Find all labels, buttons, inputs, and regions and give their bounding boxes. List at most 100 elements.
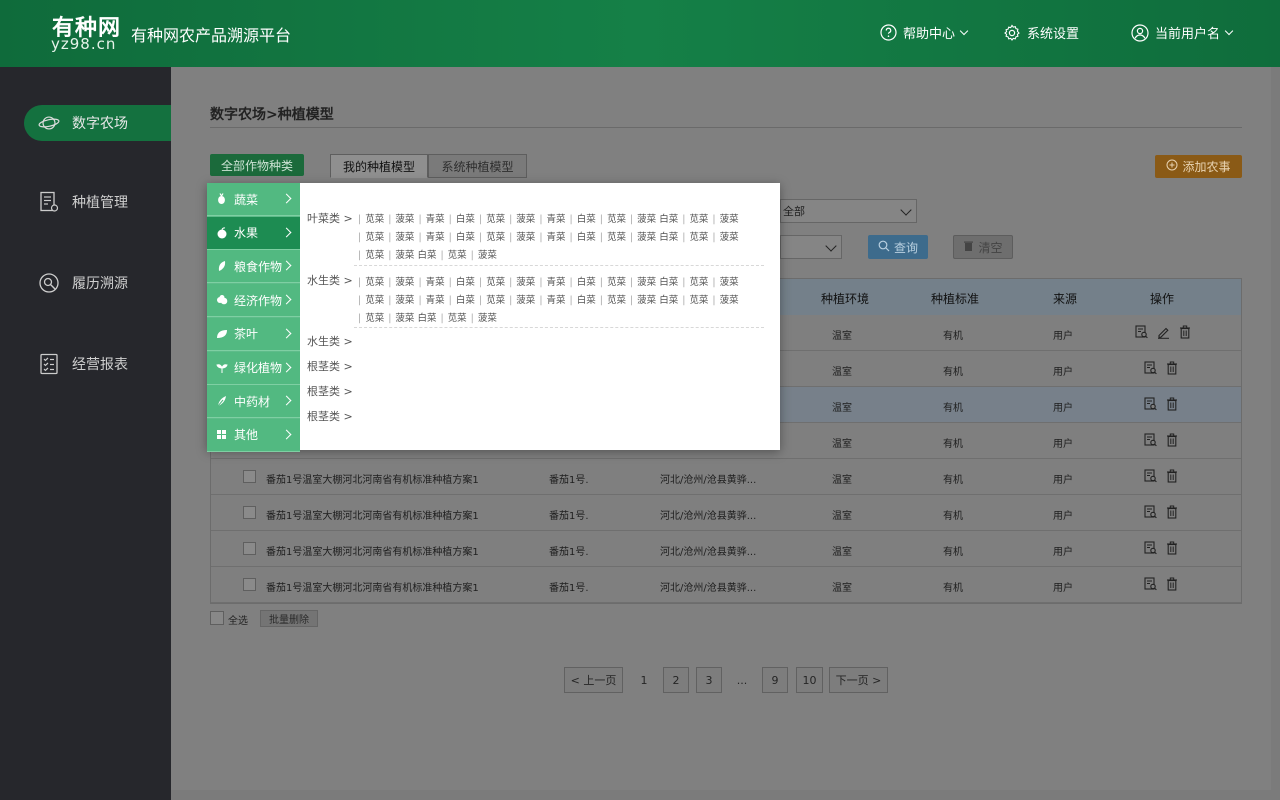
crop-item[interactable]: 青菜 — [547, 277, 566, 288]
crop-item[interactable]: 苋菜 — [365, 295, 384, 306]
delete-icon[interactable] — [1166, 397, 1180, 411]
crop-item[interactable]: 菠菜 — [516, 214, 535, 225]
crop-item[interactable]: 苋菜 — [607, 214, 626, 225]
crop-item[interactable]: 菠菜 — [395, 277, 414, 288]
crop-item[interactable]: 白菜 — [577, 277, 596, 288]
crop-item[interactable]: 菠菜 白菜 — [637, 214, 678, 225]
crop-item[interactable]: 青菜 — [547, 214, 566, 225]
page-2[interactable]: 2 — [663, 667, 689, 693]
crop-item[interactable]: 菠菜 — [395, 232, 414, 243]
crop-item[interactable]: 苋菜 — [486, 295, 505, 306]
crop-item[interactable]: 菠菜 — [720, 232, 739, 243]
category-item-herb[interactable]: 中药材 — [207, 385, 300, 419]
crop-item[interactable]: 菠菜 白菜 — [395, 250, 436, 261]
category-group-label[interactable]: 根茎类 > — [307, 383, 353, 399]
next-page-button[interactable]: 下一页 > — [829, 667, 888, 693]
crop-item[interactable]: 白菜 — [577, 214, 596, 225]
crop-item[interactable]: 苋菜 — [365, 232, 384, 243]
delete-icon[interactable] — [1166, 433, 1180, 447]
category-item-grain[interactable]: 粮食作物 — [207, 250, 300, 284]
view-icon[interactable] — [1144, 469, 1158, 483]
category-group-label[interactable]: 水生类 > — [307, 272, 353, 288]
row-checkbox[interactable] — [243, 470, 256, 483]
filter-select[interactable]: 全部 — [780, 199, 917, 223]
crop-item[interactable]: 青菜 — [426, 277, 445, 288]
delete-icon[interactable] — [1166, 469, 1180, 483]
delete-icon[interactable] — [1166, 577, 1180, 591]
delete-icon[interactable] — [1179, 325, 1193, 339]
edit-icon[interactable] — [1157, 325, 1171, 339]
crop-item[interactable]: 苋菜 — [607, 295, 626, 306]
crop-item[interactable]: 苋菜 — [486, 232, 505, 243]
crop-item[interactable]: 菠菜 — [720, 214, 739, 225]
crop-item[interactable]: 苋菜 — [448, 250, 467, 261]
table-row[interactable]: 番茄1号温室大棚河北河南省有机标准种植方案1 番茄1号. 河北/沧州/沧县黄骅...… — [210, 531, 1242, 567]
crop-item[interactable]: 苋菜 — [689, 295, 708, 306]
crop-item[interactable]: 苋菜 — [689, 277, 708, 288]
crop-item[interactable]: 苋菜 — [689, 232, 708, 243]
add-farm-work-button[interactable]: 添加农事 — [1155, 155, 1242, 178]
view-icon[interactable] — [1144, 433, 1158, 447]
row-checkbox[interactable] — [243, 578, 256, 591]
crop-item[interactable]: 苋菜 — [448, 313, 467, 324]
crop-item[interactable]: 菠菜 — [516, 232, 535, 243]
crop-item[interactable]: 青菜 — [547, 232, 566, 243]
clear-button[interactable]: 清空 — [953, 235, 1013, 259]
sidebar-item-digital-farm[interactable]: 数字农场 — [24, 105, 174, 141]
category-group-label[interactable]: 叶菜类 > — [307, 210, 353, 226]
view-icon[interactable] — [1144, 361, 1158, 375]
category-group-label[interactable]: 根茎类 > — [307, 408, 353, 424]
sidebar-item-reports[interactable]: 经营报表 — [24, 346, 174, 382]
crop-item[interactable]: 青菜 — [547, 295, 566, 306]
crop-item[interactable]: 白菜 — [456, 232, 475, 243]
row-checkbox[interactable] — [243, 506, 256, 519]
filter-select-secondary[interactable] — [780, 235, 842, 259]
view-icon[interactable] — [1144, 397, 1158, 411]
crop-item[interactable]: 菠菜 — [516, 277, 535, 288]
category-item-vegetable[interactable]: 蔬菜 — [207, 183, 300, 216]
crop-item[interactable]: 苋菜 — [607, 232, 626, 243]
crop-item[interactable]: 菠菜 白菜 — [395, 313, 436, 324]
crop-item[interactable]: 苋菜 — [365, 214, 384, 225]
crop-item[interactable]: 苋菜 — [365, 250, 384, 261]
sidebar-item-trace[interactable]: 履历溯源 — [24, 265, 174, 301]
delete-icon[interactable] — [1166, 505, 1180, 519]
row-checkbox[interactable] — [243, 542, 256, 555]
page-3[interactable]: 3 — [696, 667, 722, 693]
category-item-fruit[interactable]: 水果 — [207, 216, 300, 250]
page-1[interactable]: 1 — [632, 667, 656, 693]
view-icon[interactable] — [1144, 505, 1158, 519]
crop-item[interactable]: 菠菜 — [395, 214, 414, 225]
sidebar-item-planting[interactable]: 种植管理 — [24, 184, 174, 220]
crop-item[interactable]: 菠菜 白菜 — [637, 232, 678, 243]
category-item-tea[interactable]: 茶叶 — [207, 317, 300, 351]
batch-delete-button[interactable]: 批量删除 — [260, 610, 318, 627]
delete-icon[interactable] — [1166, 361, 1180, 375]
crop-item[interactable]: 菠菜 白菜 — [637, 277, 678, 288]
query-button[interactable]: 查询 — [868, 235, 928, 259]
crop-item[interactable]: 菠菜 — [720, 295, 739, 306]
view-icon[interactable] — [1144, 541, 1158, 555]
crop-item[interactable]: 白菜 — [456, 295, 475, 306]
category-item-greening[interactable]: 绿化植物 — [207, 351, 300, 385]
category-group-label[interactable]: 根茎类 > — [307, 358, 353, 374]
crop-item[interactable]: 青菜 — [426, 295, 445, 306]
crop-item[interactable]: 苋菜 — [365, 313, 384, 324]
system-settings-menu[interactable]: 系统设置 — [1003, 23, 1079, 42]
crop-item[interactable]: 苋菜 — [486, 214, 505, 225]
table-row[interactable]: 番茄1号温室大棚河北河南省有机标准种植方案1 番茄1号. 河北/沧州/沧县黄骅...… — [210, 567, 1242, 603]
table-row[interactable]: 番茄1号温室大棚河北河南省有机标准种植方案1 番茄1号. 河北/沧州/沧县黄骅...… — [210, 495, 1242, 531]
select-all-checkbox[interactable] — [210, 611, 224, 625]
tab-system-models[interactable]: 系统种植模型 — [428, 154, 527, 178]
crop-item[interactable]: 苋菜 — [365, 277, 384, 288]
crop-item[interactable]: 苋菜 — [607, 277, 626, 288]
view-icon[interactable] — [1135, 325, 1149, 339]
crop-item[interactable]: 白菜 — [456, 277, 475, 288]
category-group-label[interactable]: 水生类 > — [307, 333, 353, 349]
crop-item[interactable]: 青菜 — [426, 214, 445, 225]
crop-item[interactable]: 苋菜 — [689, 214, 708, 225]
crop-item[interactable]: 青菜 — [426, 232, 445, 243]
crop-item[interactable]: 菠菜 — [478, 313, 497, 324]
prev-page-button[interactable]: < 上一页 — [564, 667, 623, 693]
crop-item[interactable]: 菠菜 — [720, 277, 739, 288]
